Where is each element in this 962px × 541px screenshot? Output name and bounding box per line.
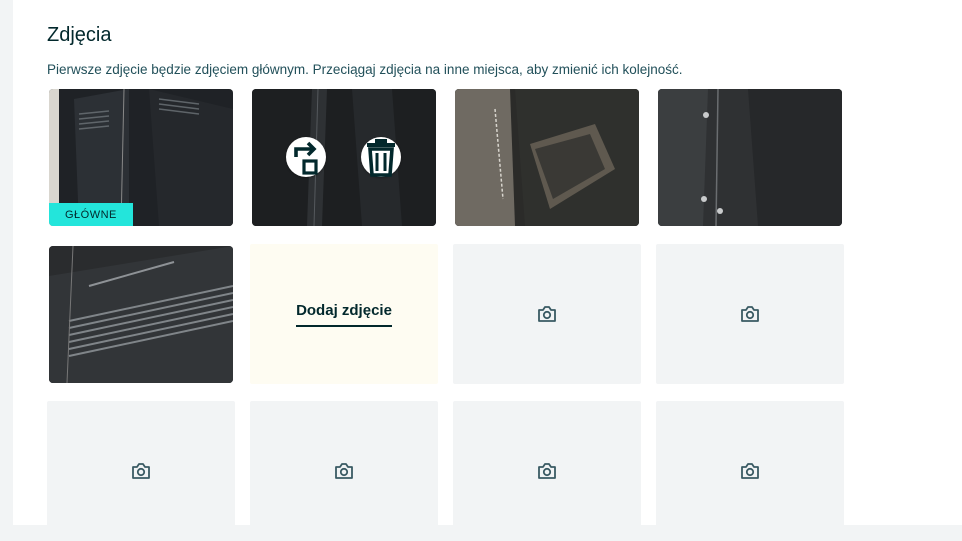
photo-slot-11[interactable] [453,401,641,541]
photo-slot-9[interactable] [47,401,235,541]
jacket-photo-3 [455,89,639,226]
photo-slot-8[interactable] [656,244,844,384]
jacket-photo-2 [252,89,436,226]
rotate-icon [294,141,318,175]
jacket-photo-4 [658,89,842,226]
photos-panel: Zdjęcia Pierwsze zdjęcie będzie zdjęciem… [13,0,962,541]
add-photo-button[interactable]: Dodaj zdjęcie [250,244,438,384]
photo-slot-12[interactable] [656,401,844,541]
photo-tile-3[interactable] [455,89,639,226]
camera-icon [132,463,150,479]
trash-icon [367,139,395,177]
photo-tile-1[interactable]: GŁÓWNE [49,89,233,226]
camera-icon [741,306,759,322]
section-hint: Pierwsze zdjęcie będzie zdjęciem głównym… [47,62,683,77]
camera-icon [741,463,759,479]
add-photo-label: Dodaj zdjęcie [296,302,392,327]
photo-tile-2[interactable] [252,89,436,226]
main-photo-badge: GŁÓWNE [49,203,133,226]
section-title: Zdjęcia [47,24,112,46]
camera-icon [335,463,353,479]
photo-tile-5[interactable] [49,246,233,383]
rotate-button[interactable] [286,137,326,177]
delete-photo-button[interactable] [361,137,401,177]
camera-icon [538,306,556,322]
photo-tile-4[interactable] [658,89,842,226]
photo-slot-7[interactable] [453,244,641,384]
camera-icon [538,463,556,479]
photo-slot-10[interactable] [250,401,438,541]
jacket-photo-5 [49,246,233,383]
